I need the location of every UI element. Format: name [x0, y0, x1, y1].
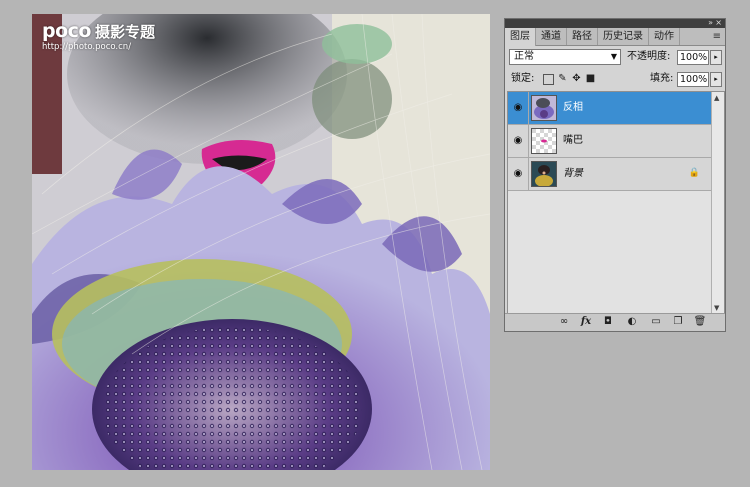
layer-lock-icon: 🔒 [688, 168, 700, 178]
lock-position-icon[interactable]: ✥ [571, 73, 582, 84]
lock-row: 锁定: ✎ ✥ ■ 填充: 100% ▸ [505, 71, 725, 89]
layer-thumbnail [531, 128, 557, 154]
tab-actions[interactable]: 动作 [649, 28, 680, 45]
watermark-brand: poco [42, 20, 91, 42]
layers-scrollbar[interactable]: ▲ ▼ [711, 92, 724, 314]
panel-tabs: 图层 通道 路径 历史记录 动作 ≡ [505, 28, 725, 46]
tab-paths[interactable]: 路径 [567, 28, 598, 45]
tab-history[interactable]: 历史记录 [598, 28, 649, 45]
layer-name[interactable]: 背景 [563, 158, 583, 190]
lock-transparency-icon[interactable] [543, 74, 554, 85]
lock-pixels-icon[interactable]: ✎ [557, 73, 568, 84]
layer-row-invert[interactable]: ◉ 反相 [508, 92, 712, 125]
opacity-slider-toggle[interactable]: ▸ [710, 50, 722, 65]
document-canvas[interactable]: poco 摄影专题 http://photo.poco.cn/ [32, 14, 490, 470]
watermark-url: http://photo.poco.cn/ [42, 42, 132, 52]
layers-bottom-toolbar: ∞ fx ◘ ◐ ▭ ❐ 🗑 [505, 313, 725, 331]
blend-mode-select[interactable]: 正常 ▼ [509, 49, 621, 65]
tab-layers[interactable]: 图层 [505, 28, 536, 46]
trash-icon[interactable]: 🗑 [693, 316, 707, 328]
adjustment-icon[interactable]: ◐ [625, 316, 639, 328]
visibility-eye-icon[interactable]: ◉ [508, 125, 529, 157]
lock-all-icon[interactable]: ■ [585, 73, 596, 84]
layers-panel: » × 图层 通道 路径 历史记录 动作 ≡ 正常 ▼ 不透明度: 100% ▸… [504, 18, 726, 332]
blend-mode-value: 正常 [514, 51, 534, 62]
fill-slider-toggle[interactable]: ▸ [710, 72, 722, 87]
fill-label: 填充: [650, 73, 674, 84]
blend-row: 正常 ▼ 不透明度: 100% ▸ [505, 47, 725, 67]
panel-title-bar[interactable]: » × [505, 18, 725, 28]
group-icon[interactable]: ▭ [649, 316, 663, 328]
visibility-eye-icon[interactable]: ◉ [508, 158, 529, 190]
dropdown-arrow-icon: ▼ [610, 52, 617, 61]
lock-label: 锁定: [511, 73, 535, 84]
new-layer-icon[interactable]: ❐ [671, 316, 685, 328]
photo-image [32, 14, 490, 470]
layer-row-mouth[interactable]: ◉ 嘴巴 [508, 125, 712, 158]
tab-channels[interactable]: 通道 [536, 28, 567, 45]
visibility-eye-icon[interactable]: ◉ [508, 92, 529, 124]
fx-icon[interactable]: fx [579, 316, 593, 328]
panel-menu-icon[interactable]: ≡ [713, 28, 721, 45]
mask-icon[interactable]: ◘ [601, 316, 615, 328]
layer-name[interactable]: 嘴巴 [563, 125, 583, 157]
poco-watermark: poco 摄影专题 http://photo.poco.cn/ [42, 22, 155, 52]
layer-thumbnail [531, 95, 557, 121]
link-icon[interactable]: ∞ [557, 316, 571, 328]
layer-name[interactable]: 反相 [563, 92, 583, 124]
watermark-brand-sub: 摄影专题 [94, 23, 155, 41]
opacity-input[interactable]: 100% [677, 50, 709, 65]
layer-thumbnail [531, 161, 557, 187]
opacity-label: 不透明度: [627, 51, 671, 62]
scroll-up-icon[interactable]: ▲ [714, 94, 719, 102]
fill-input[interactable]: 100% [677, 72, 709, 87]
layers-list: ◉ 反相 ◉ 嘴巴 ◉ 背景 🔒 ▲ ▼ [507, 91, 725, 315]
layer-row-background[interactable]: ◉ 背景 🔒 [508, 158, 712, 191]
scroll-down-icon[interactable]: ▼ [714, 304, 719, 312]
